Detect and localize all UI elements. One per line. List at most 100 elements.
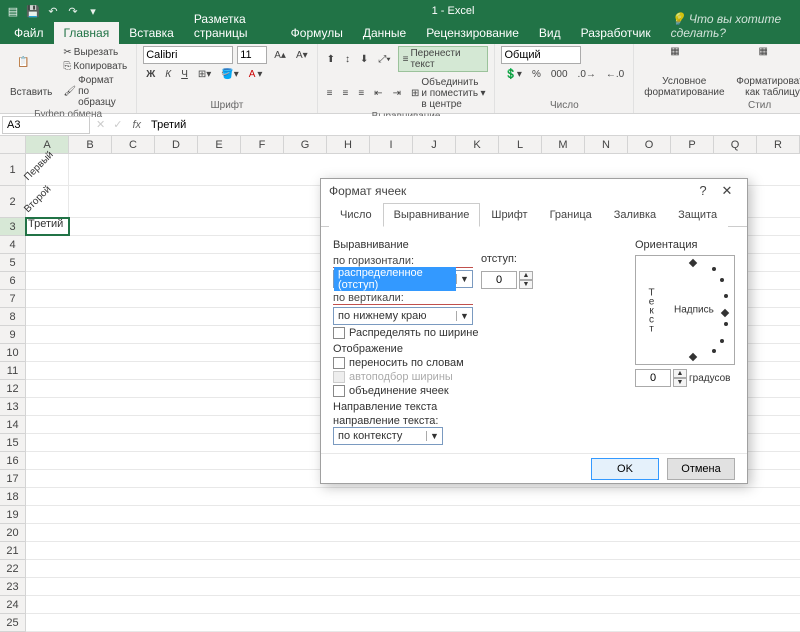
row-header[interactable]: 9 <box>0 326 25 344</box>
bold-button[interactable]: Ж <box>143 68 158 81</box>
row-header[interactable]: 6 <box>0 272 25 290</box>
col-header[interactable]: B <box>69 136 112 153</box>
row-header[interactable]: 18 <box>0 488 25 506</box>
row-header[interactable]: 1 <box>0 154 25 186</box>
col-header[interactable]: F <box>241 136 284 153</box>
decrease-decimal-icon[interactable]: ←.0 <box>603 68 627 81</box>
tell-me[interactable]: 💡 Что вы хотите сделать? <box>661 8 800 44</box>
row-header[interactable]: 12 <box>0 380 25 398</box>
row-header[interactable]: 10 <box>0 344 25 362</box>
col-header[interactable]: M <box>542 136 585 153</box>
orientation-icon[interactable]: ⤢▾ <box>375 53 393 66</box>
align-center-icon[interactable]: ≡ <box>339 87 351 100</box>
number-format-combo[interactable] <box>501 46 581 64</box>
degrees-input[interactable] <box>635 369 671 387</box>
border-button[interactable]: ⊞▾ <box>195 68 214 81</box>
col-header[interactable]: I <box>370 136 413 153</box>
col-header[interactable]: C <box>112 136 155 153</box>
horiz-combo[interactable]: распределенное (отступ) ▼ <box>333 270 473 288</box>
orientation-control[interactable]: Текст Надпись <box>635 255 735 365</box>
col-header[interactable]: N <box>585 136 628 153</box>
decrease-font-icon[interactable]: A▾ <box>293 49 311 62</box>
undo-icon[interactable]: ↶ <box>46 4 60 18</box>
row-header[interactable]: 20 <box>0 524 25 542</box>
col-header[interactable]: R <box>757 136 800 153</box>
font-color-button[interactable]: A▾ <box>246 68 266 81</box>
col-header[interactable]: E <box>198 136 241 153</box>
format-painter-button[interactable]: 🖌 Формат по образцу <box>60 74 130 109</box>
spin-up-icon[interactable]: ▲ <box>673 369 687 378</box>
spin-up-icon[interactable]: ▲ <box>519 271 533 280</box>
format-table-button[interactable]: ▦Форматировать как таблицу <box>732 46 800 98</box>
dlg-tab-number[interactable]: Число <box>329 203 383 227</box>
increase-font-icon[interactable]: A▴ <box>271 49 289 62</box>
italic-button[interactable]: К <box>162 68 174 81</box>
cell-a3[interactable]: Третий <box>26 218 69 235</box>
ok-button[interactable]: OK <box>591 458 659 480</box>
col-header[interactable]: K <box>456 136 499 153</box>
tab-layout[interactable]: Разметка страницы <box>184 8 281 44</box>
row-header[interactable]: 23 <box>0 578 25 596</box>
row-header[interactable]: 7 <box>0 290 25 308</box>
row-header[interactable]: 16 <box>0 452 25 470</box>
increase-indent-icon[interactable]: ⇥ <box>390 87 404 100</box>
row-header[interactable]: 11 <box>0 362 25 380</box>
row-header[interactable]: 13 <box>0 398 25 416</box>
align-right-icon[interactable]: ≡ <box>355 87 367 100</box>
tab-review[interactable]: Рецензирование <box>416 22 529 44</box>
paste-button[interactable]: 📋 Вставить <box>6 57 56 98</box>
dlg-tab-alignment[interactable]: Выравнивание <box>383 203 481 227</box>
row-header[interactable]: 17 <box>0 470 25 488</box>
decrease-indent-icon[interactable]: ⇤ <box>371 87 385 100</box>
tab-view[interactable]: Вид <box>529 22 571 44</box>
percent-icon[interactable]: % <box>529 68 544 81</box>
align-left-icon[interactable]: ≡ <box>324 87 336 100</box>
merge-button[interactable]: ⊞ Объединить и поместить в центре ▾ <box>408 76 489 111</box>
align-middle-icon[interactable]: ↕ <box>342 53 353 66</box>
col-header[interactable]: Q <box>714 136 757 153</box>
row-header[interactable]: 19 <box>0 506 25 524</box>
align-bottom-icon[interactable]: ⬇ <box>357 53 371 66</box>
align-top-icon[interactable]: ⬆ <box>324 53 338 66</box>
merge-checkbox[interactable] <box>333 385 345 397</box>
cancel-formula-icon[interactable]: ✕ <box>92 118 109 131</box>
tab-file[interactable]: Файл <box>4 22 54 44</box>
row-header[interactable]: 8 <box>0 308 25 326</box>
qat-dropdown-icon[interactable]: ▾ <box>86 4 100 18</box>
redo-icon[interactable]: ↷ <box>66 4 80 18</box>
col-header[interactable]: G <box>284 136 327 153</box>
row-header[interactable]: 2 <box>0 186 25 218</box>
row-header[interactable]: 14 <box>0 416 25 434</box>
name-box[interactable] <box>2 116 90 134</box>
col-header[interactable]: D <box>155 136 198 153</box>
wrap-text-button[interactable]: ≡ Перенести текст <box>398 46 489 72</box>
degrees-spinner[interactable]: ▲▼ градусов <box>635 369 735 387</box>
col-header[interactable]: L <box>499 136 542 153</box>
cell-a1[interactable]: Первый <box>26 154 69 185</box>
col-header[interactable]: P <box>671 136 714 153</box>
row-header[interactable]: 24 <box>0 596 25 614</box>
save-icon[interactable]: 💾 <box>26 4 40 18</box>
tab-home[interactable]: Главная <box>54 22 120 44</box>
col-header[interactable]: O <box>628 136 671 153</box>
spin-down-icon[interactable]: ▼ <box>519 280 533 289</box>
row-header[interactable]: 3 <box>0 218 25 236</box>
col-header[interactable]: J <box>413 136 456 153</box>
fx-icon[interactable]: fx <box>126 119 147 131</box>
comma-icon[interactable]: 000 <box>548 68 571 81</box>
row-header[interactable]: 25 <box>0 614 25 632</box>
row-header[interactable]: 5 <box>0 254 25 272</box>
cut-button[interactable]: ✂ Вырезать <box>60 46 130 59</box>
row-header[interactable]: 22 <box>0 560 25 578</box>
increase-decimal-icon[interactable]: .0→ <box>575 68 599 81</box>
tab-developer[interactable]: Разработчик <box>571 22 661 44</box>
select-all-corner[interactable] <box>0 136 26 153</box>
copy-button[interactable]: ⎘ Копировать <box>60 60 130 73</box>
formula-input[interactable] <box>147 116 800 134</box>
fill-color-button[interactable]: 🪣▾ <box>218 68 241 81</box>
close-icon[interactable]: ✕ <box>715 183 739 199</box>
indent-spinner[interactable]: ▲▼ <box>481 271 533 289</box>
direction-combo[interactable]: по контексту ▼ <box>333 427 443 445</box>
indent-input[interactable] <box>481 271 517 289</box>
underline-button[interactable]: Ч <box>178 68 191 81</box>
